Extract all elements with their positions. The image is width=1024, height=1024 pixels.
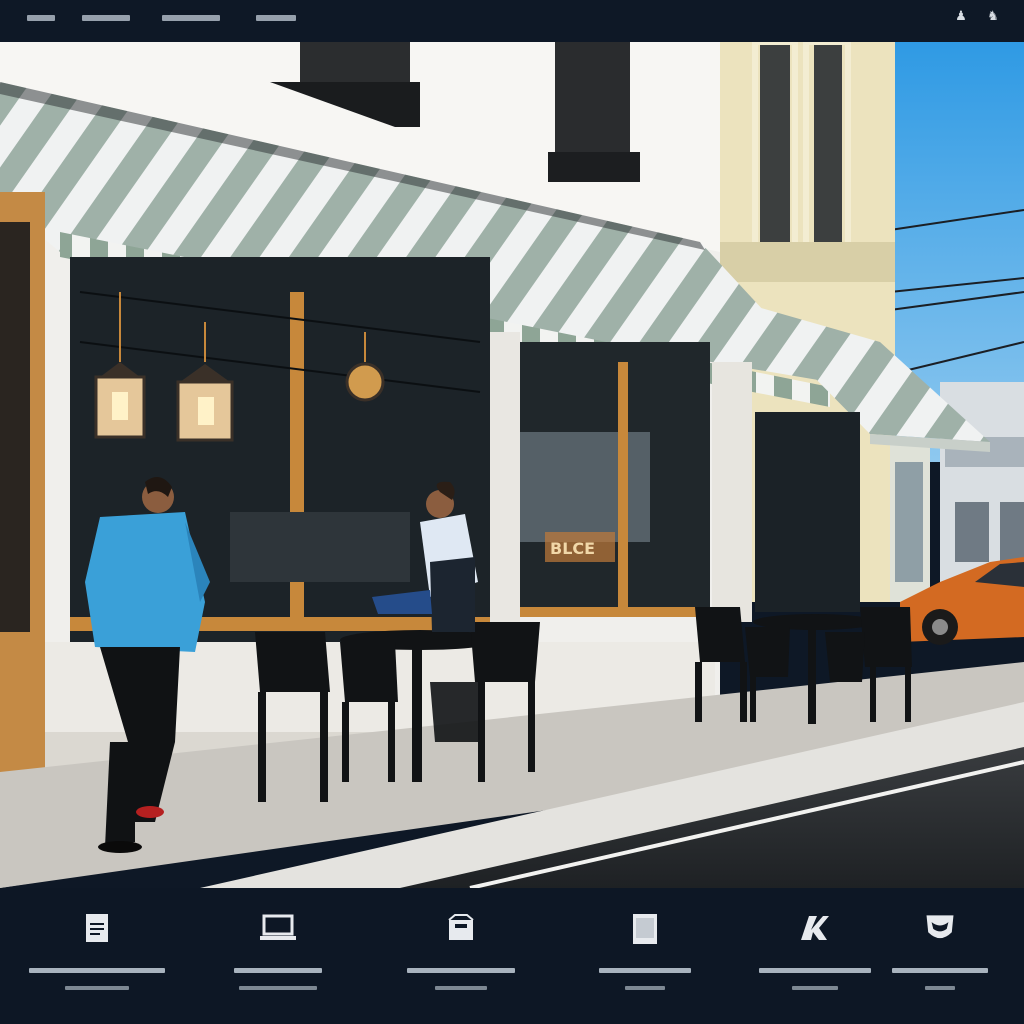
- dock-item-tablet[interactable]: [565, 912, 725, 1012]
- nav-item-1[interactable]: [27, 15, 55, 27]
- mask-icon: [926, 915, 954, 939]
- scene-illustration: BLCE: [0, 42, 1024, 888]
- logo-icon: [801, 916, 829, 940]
- dock-item-document[interactable]: [17, 912, 177, 1012]
- laptop-icon: [260, 914, 296, 940]
- inbox-icon: [448, 914, 474, 940]
- nav-item-4[interactable]: [256, 15, 296, 27]
- top-bar: ♟ ♞: [0, 0, 1024, 42]
- nav-item-2[interactable]: [82, 15, 130, 27]
- dock-item-laptop[interactable]: [198, 912, 358, 1012]
- dock-item-inbox[interactable]: [381, 912, 541, 1012]
- nav-item-3[interactable]: [162, 15, 220, 27]
- shop-sign-text: BLCE: [550, 539, 595, 558]
- document-icon: [86, 914, 108, 942]
- figure-icon[interactable]: ♞: [984, 8, 1002, 26]
- tablet-icon: [633, 914, 657, 944]
- bottom-dock: [0, 888, 1024, 1024]
- dock-item-mask[interactable]: [860, 912, 1020, 1012]
- street-cafe-scene: BLCE: [0, 42, 1024, 888]
- figure-icon[interactable]: ♟: [952, 8, 970, 26]
